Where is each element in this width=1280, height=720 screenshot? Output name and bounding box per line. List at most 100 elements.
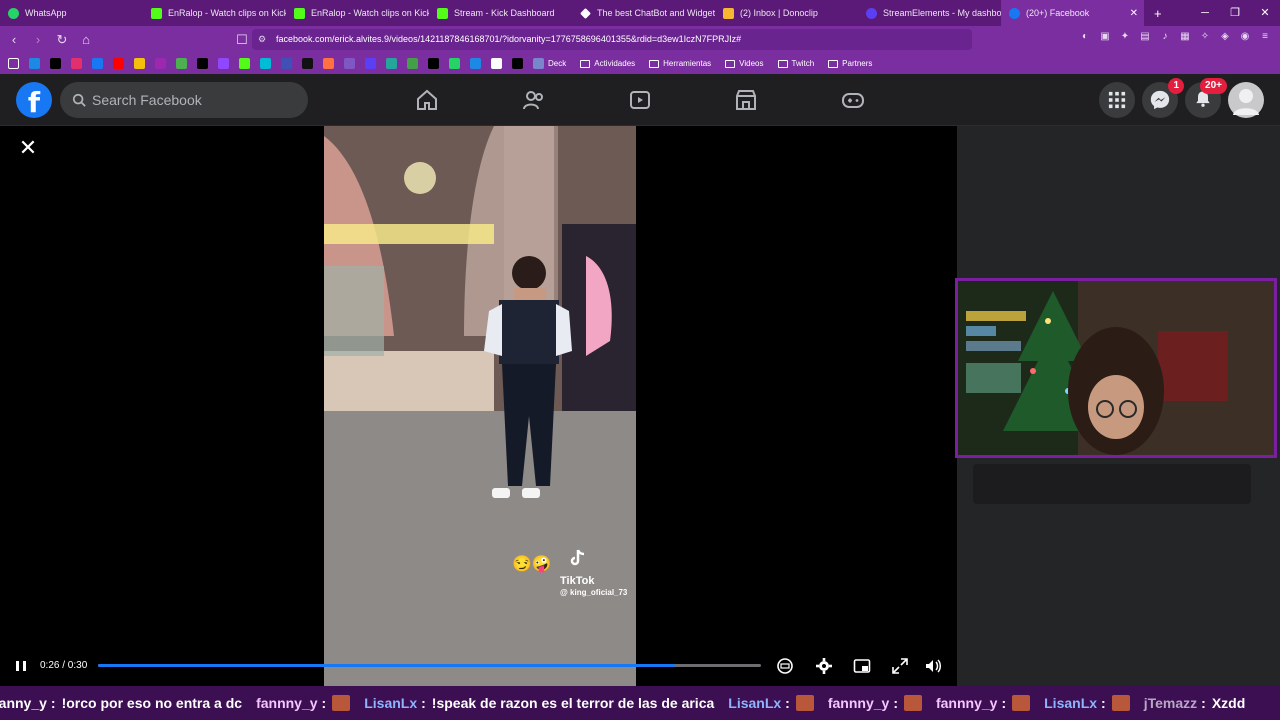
- video-icon[interactable]: [628, 88, 652, 112]
- bookmark-icon[interactable]: [155, 58, 166, 69]
- video-frame[interactable]: 😏🤪 TikTok @ king_oficial_73: [324, 126, 636, 686]
- maximize-button[interactable]: ❐: [1220, 0, 1250, 26]
- bookmark-icon[interactable]: [323, 58, 334, 69]
- forward-button[interactable]: ›: [28, 30, 48, 50]
- bookmark-deck[interactable]: Deck: [533, 58, 566, 69]
- bookmark-icon[interactable]: [407, 58, 418, 69]
- gear-icon[interactable]: [815, 657, 833, 675]
- puzzle-icon[interactable]: ✦: [1118, 30, 1132, 44]
- chat-text: Xzdd: [1211, 695, 1246, 711]
- bookmark-page-button[interactable]: ☐: [232, 30, 252, 50]
- leo-icon[interactable]: ✧: [1198, 30, 1212, 44]
- bookmark-icon[interactable]: [386, 58, 397, 69]
- tab-facebook[interactable]: (20+) Facebook ✕: [1001, 0, 1144, 26]
- bookmark-folder-actividades[interactable]: Actividades: [580, 59, 635, 68]
- tab-label: Stream - Kick Dashboard: [454, 8, 555, 18]
- chat-ticker: fanny_y: !orco por eso no entra a dc fann…: [0, 686, 1280, 720]
- youtube-icon[interactable]: [113, 58, 124, 69]
- search-box[interactable]: [60, 82, 308, 118]
- bookmark-icon[interactable]: [470, 58, 481, 69]
- chat-separator: :: [785, 695, 790, 711]
- home-icon[interactable]: [415, 88, 439, 112]
- pause-icon[interactable]: [14, 659, 28, 673]
- tab-donoclip[interactable]: (2) Inbox | Donoclip: [715, 0, 858, 26]
- kick-icon[interactable]: [239, 58, 250, 69]
- apps-icon[interactable]: [8, 58, 19, 69]
- notifications-button[interactable]: 20+: [1185, 78, 1227, 118]
- bookmark-icon[interactable]: [302, 58, 313, 69]
- bookmark-icon[interactable]: [512, 58, 523, 69]
- emote-icon: [795, 695, 814, 711]
- gaming-icon[interactable]: [841, 88, 865, 112]
- marketplace-icon[interactable]: [734, 88, 758, 112]
- friends-icon[interactable]: [522, 88, 546, 112]
- new-tab-button[interactable]: +: [1144, 6, 1172, 21]
- volume-icon[interactable]: [924, 657, 942, 675]
- menu-button[interactable]: [1099, 82, 1135, 118]
- bookmark-icon[interactable]: [134, 58, 145, 69]
- whatsapp-icon: [8, 7, 19, 19]
- video-progress-bar[interactable]: [98, 664, 761, 667]
- bookmark-label: Herramientas: [663, 59, 712, 68]
- chat-message: fannny_y:: [936, 695, 1031, 711]
- chat-username: LisanLx: [364, 695, 418, 711]
- messenger-button[interactable]: 1: [1142, 78, 1184, 118]
- music-icon[interactable]: ♪: [1158, 30, 1172, 44]
- bookmark-icon[interactable]: [176, 58, 187, 69]
- bookmark-icon[interactable]: [260, 58, 271, 69]
- bookmark-icon[interactable]: [29, 58, 40, 69]
- folder-icon: [828, 59, 839, 68]
- avatar[interactable]: [1228, 82, 1264, 118]
- x-icon[interactable]: [197, 58, 208, 69]
- tab-kick-clips-2[interactable]: EnRalop - Watch clips on Kick: [286, 0, 429, 26]
- twitch-icon[interactable]: [218, 58, 229, 69]
- bookmark-icon[interactable]: [344, 58, 355, 69]
- tab-streamelements[interactable]: StreamElements - My dashboard: [858, 0, 1001, 26]
- whatsapp-icon[interactable]: [449, 58, 460, 69]
- menu-icon[interactable]: ≡: [1258, 30, 1272, 44]
- back-button[interactable]: ‹: [4, 30, 24, 50]
- captions-icon[interactable]: [776, 657, 794, 675]
- bookmark-folder-videos[interactable]: Videos: [725, 59, 764, 68]
- bookmark-folder-partners[interactable]: Partners: [828, 59, 872, 68]
- emote-icon: [1111, 695, 1130, 711]
- tab-kick-clips-1[interactable]: EnRalop - Watch clips on Kick: [143, 0, 286, 26]
- sidebar-icon[interactable]: ▤: [1138, 30, 1152, 44]
- close-tab-icon[interactable]: ✕: [1130, 8, 1138, 19]
- video-player[interactable]: ✕ 😏🤪 TikTok @ king_oficial_73 0:26 / 0:3…: [0, 126, 957, 686]
- extension-icon[interactable]: ▣: [1098, 30, 1112, 44]
- close-window-button[interactable]: ✕: [1250, 0, 1280, 26]
- folder-icon: [580, 59, 591, 68]
- profile-avatar-icon: [1233, 89, 1259, 115]
- close-icon[interactable]: ✕: [18, 137, 38, 159]
- shield-icon[interactable]: ◈: [1218, 30, 1232, 44]
- facebook-logo[interactable]: f: [16, 82, 52, 118]
- bookmark-icon[interactable]: [491, 58, 502, 69]
- kick-icon: [437, 7, 448, 19]
- tiktok-icon[interactable]: [50, 58, 61, 69]
- bookmark-icon[interactable]: [428, 58, 439, 69]
- facebook-icon[interactable]: [92, 58, 103, 69]
- streamelements-icon[interactable]: [365, 58, 376, 69]
- minimize-button[interactable]: ─: [1190, 0, 1220, 26]
- tab-whatsapp[interactable]: WhatsApp: [0, 0, 143, 26]
- site-info-icon[interactable]: ⚙: [258, 29, 266, 50]
- fullscreen-icon[interactable]: [891, 657, 909, 675]
- wallet-icon[interactable]: ▦: [1178, 30, 1192, 44]
- bookmark-folder-twitch[interactable]: Twitch: [777, 59, 814, 68]
- bookmark-icon[interactable]: [281, 58, 292, 69]
- url-field[interactable]: ⚙ facebook.com/erick.alvites.9/videos/14…: [252, 29, 972, 50]
- tab-label: EnRalop - Watch clips on Kick: [311, 8, 429, 18]
- instagram-icon[interactable]: [71, 58, 82, 69]
- tab-kick-dashboard[interactable]: Stream - Kick Dashboard: [429, 0, 572, 26]
- reload-button[interactable]: ↻: [52, 30, 72, 50]
- tab-chatbot[interactable]: The best ChatBot and Widgets: [572, 0, 715, 26]
- vpn-toggle-icon[interactable]: ◉: [1238, 30, 1252, 44]
- search-input[interactable]: [92, 92, 292, 108]
- home-button[interactable]: ⌂: [76, 30, 96, 50]
- bookmark-folder-herramientas[interactable]: Herramientas: [649, 59, 711, 68]
- miniplayer-icon[interactable]: [853, 657, 871, 675]
- tab-label: WhatsApp: [25, 8, 67, 18]
- vpn-icon[interactable]: ◐: [1078, 30, 1092, 44]
- address-bar-row: ‹ › ↻ ⌂ ☐ ⚙ facebook.com/erick.alvites.9…: [0, 26, 1280, 53]
